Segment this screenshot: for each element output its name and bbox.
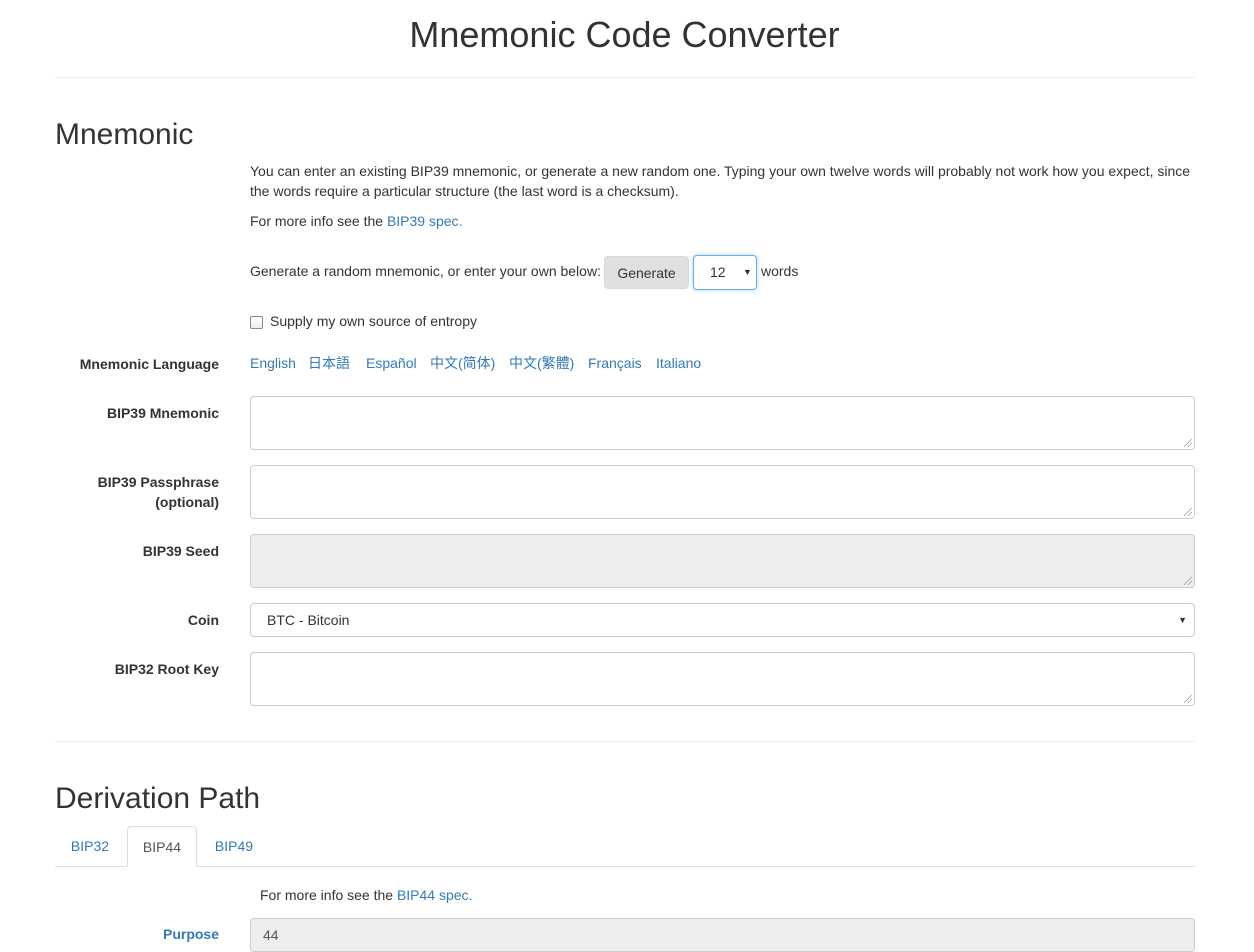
words-suffix: words <box>761 263 799 279</box>
language-chinese-simplified[interactable]: 中文(简体) <box>430 354 495 372</box>
bip39-seed-label: BIP39 Seed <box>142 543 219 559</box>
bip32-root-key-textarea[interactable] <box>250 652 1195 706</box>
entropy-checkbox-label[interactable]: Supply my own source of entropy <box>270 313 477 329</box>
resize-grip-icon[interactable] <box>1184 577 1192 585</box>
purpose-input[interactable]: 44 <box>250 918 1195 952</box>
bip39-passphrase-label-line2: (optional) <box>155 494 219 510</box>
language-english[interactable]: English <box>250 354 296 372</box>
header-divider <box>55 77 1195 78</box>
tab-bip44[interactable]: BIP44 <box>127 826 197 867</box>
tabs-underline <box>55 866 1195 867</box>
bip39-seed-textarea[interactable] <box>250 534 1195 588</box>
bip39-spec-link[interactable]: BIP39 spec <box>387 213 459 229</box>
bip39-mnemonic-label: BIP39 Mnemonic <box>106 405 219 421</box>
entropy-checkbox[interactable] <box>250 316 263 329</box>
tab-bip32[interactable]: BIP32 <box>55 826 125 866</box>
chevron-down-icon: ▼ <box>1178 615 1187 625</box>
language-spanish[interactable]: Español <box>366 354 417 372</box>
mnemonic-language-label: Mnemonic Language <box>79 356 219 372</box>
page-title: Mnemonic Code Converter <box>409 14 840 55</box>
bip44-more-info: For more info see the BIP44 spec. <box>260 887 472 903</box>
bip39-more-info: For more info see the BIP39 spec. <box>250 211 1195 231</box>
bip44-spec-link[interactable]: BIP44 spec <box>397 887 469 903</box>
language-italian[interactable]: Italiano <box>656 354 701 372</box>
resize-grip-icon[interactable] <box>1184 439 1192 447</box>
bip39-mnemonic-textarea[interactable] <box>250 396 1195 450</box>
resize-grip-icon[interactable] <box>1184 508 1192 516</box>
mnemonic-heading: Mnemonic <box>55 118 194 151</box>
bip39-passphrase-label: BIP39 Passphrase (optional) <box>55 472 219 512</box>
more-info-prefix: For more info see the <box>260 887 397 903</box>
purpose-label[interactable]: Purpose <box>55 924 219 944</box>
purpose-value: 44 <box>263 927 279 943</box>
chevron-down-icon: ▼ <box>743 267 752 277</box>
coin-value: BTC - Bitcoin <box>267 612 350 628</box>
coin-select[interactable]: BTC - Bitcoin ▼ <box>250 603 1195 637</box>
word-count-value: 12 <box>710 264 726 280</box>
more-info-suffix: . <box>468 887 473 903</box>
section-divider <box>55 741 1195 742</box>
language-french[interactable]: Français <box>588 354 642 372</box>
tab-bip49[interactable]: BIP49 <box>199 826 269 866</box>
generate-prompt: Generate a random mnemonic, or enter you… <box>250 263 601 279</box>
language-chinese-traditional[interactable]: 中文(繁體) <box>509 354 574 372</box>
bip32-root-key-label: BIP32 Root Key <box>114 661 219 677</box>
word-count-select[interactable]: 12 ▼ <box>693 255 757 290</box>
more-info-prefix: For more info see the <box>250 213 387 229</box>
generate-button[interactable]: Generate <box>604 256 689 289</box>
mnemonic-intro: You can enter an existing BIP39 mnemonic… <box>250 163 1191 199</box>
derivation-path-heading: Derivation Path <box>55 782 261 815</box>
bip39-passphrase-textarea[interactable] <box>250 465 1195 519</box>
bip39-passphrase-label-line1: BIP39 Passphrase <box>97 474 219 490</box>
language-japanese[interactable]: 日本語 <box>308 354 350 372</box>
resize-grip-icon[interactable] <box>1184 695 1192 703</box>
more-info-suffix: . <box>458 213 463 229</box>
coin-label: Coin <box>187 612 219 628</box>
